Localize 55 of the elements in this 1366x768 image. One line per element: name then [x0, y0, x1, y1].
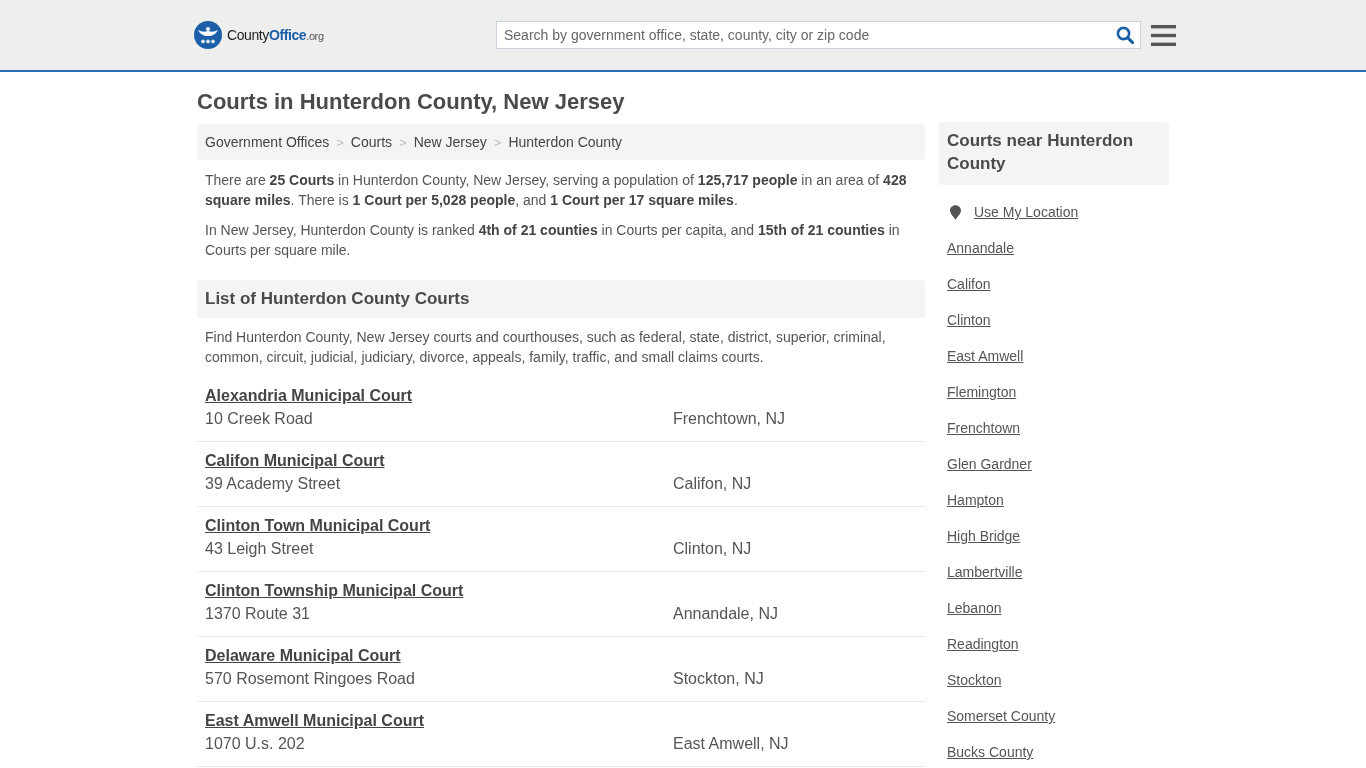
menu-icon [1151, 24, 1176, 46]
court-city: Clinton, NJ [673, 539, 752, 559]
nearby-place-link[interactable]: Hampton [947, 490, 1004, 510]
summary-text: In New Jersey, Hunterdon County is ranked 4th of 21 counties in Courts per capita, and 15th of 21 counties in Courts per square mile. [204, 221, 901, 260]
breadcrumb-separator: > [493, 134, 502, 150]
breadcrumb-link[interactable]: Government Offices [205, 134, 330, 150]
site-logo-text[interactable]: CountyOffice.org [227, 27, 324, 43]
breadcrumb-link[interactable]: New Jersey [413, 134, 487, 150]
court-address: 39 Academy Street [205, 474, 341, 494]
court-city: Stockton, NJ [673, 669, 764, 689]
search-field[interactable]: Search by government office, state, county, city or zip code [496, 21, 1141, 49]
nearby-place-link[interactable]: High Bridge [947, 526, 1021, 546]
court-city: Califon, NJ [673, 474, 752, 494]
breadcrumb-separator: > [336, 134, 344, 150]
nearby-place-link[interactable]: Glen Gardner [947, 454, 1032, 474]
logo-icon[interactable] [194, 21, 222, 49]
nearby-place-link[interactable]: Frenchtown [947, 418, 1021, 438]
breadcrumb-separator: > [399, 134, 407, 150]
court-address: 43 Leigh Street [205, 539, 314, 559]
search-icon [1116, 26, 1134, 44]
nearby-place-link[interactable]: Flemington [947, 382, 1017, 402]
page-title: Courts in Hunterdon County, New Jersey [197, 88, 626, 116]
breadcrumb-link[interactable]: Courts [350, 134, 393, 150]
menu-button[interactable] [1151, 24, 1176, 46]
summary-text: There are 25 Courts in Hunterdon County, New Jersey, serving a population of 125,717 people in an area of 428 square miles. There is 1 Court per 5,028 people, and 1 Court per 17 square miles. [204, 171, 908, 210]
nearby-place-link[interactable]: Annandale [947, 238, 1014, 258]
court-address: 10 Creek Road [205, 409, 313, 429]
section-description: Find Hunterdon County, New Jersey courts and courthouses, such as federal, state, district, superior, criminal, common, circuit, judicial, judiciary, divorce, appeals, family, traffic, and small claims courts. [204, 328, 887, 367]
court-name-link[interactable]: Alexandria Municipal Court [205, 385, 413, 407]
breadcrumb-link[interactable]: Hunterdon County [508, 134, 623, 150]
court-name-link[interactable]: East Amwell Municipal Court [205, 710, 424, 732]
court-name-link[interactable]: Delaware Municipal Court [205, 645, 401, 667]
nearby-place-link[interactable]: Clinton [947, 310, 991, 330]
map-pin-icon [950, 204, 961, 220]
court-address: 1070 U.s. 202 [205, 734, 305, 754]
court-name-link[interactable]: Clinton Town Municipal Court [205, 515, 431, 537]
court-address: 1370 Route 31 [205, 604, 310, 624]
court-city: Frenchtown, NJ [673, 409, 786, 429]
nearby-place-link[interactable]: Somerset County [947, 706, 1056, 726]
court-address: 570 Rosemont Ringoes Road [205, 669, 415, 689]
court-name-link[interactable]: Clinton Township Municipal Court [205, 580, 464, 602]
use-location-link[interactable]: Use My Location [974, 202, 1079, 222]
nearby-place-link[interactable]: Stockton [947, 670, 1002, 690]
section-heading: List of Hunterdon County Courts [197, 280, 925, 318]
nearby-place-link[interactable]: Bucks County [947, 742, 1034, 762]
nearby-place-link[interactable]: Califon [947, 274, 991, 294]
nearby-place-link[interactable]: Lebanon [947, 598, 1002, 618]
nearby-place-link[interactable]: Lambertville [947, 562, 1023, 582]
court-name-link[interactable]: Califon Municipal Court [205, 450, 385, 472]
court-city: Annandale, NJ [673, 604, 778, 624]
sidebar-heading: Courts near Hunterdon County [939, 122, 1169, 185]
nearby-place-link[interactable]: East Amwell [947, 346, 1024, 366]
search-button[interactable] [1116, 26, 1134, 44]
nearby-place-link[interactable]: Readington [947, 634, 1019, 654]
court-city: East Amwell, NJ [673, 734, 789, 754]
